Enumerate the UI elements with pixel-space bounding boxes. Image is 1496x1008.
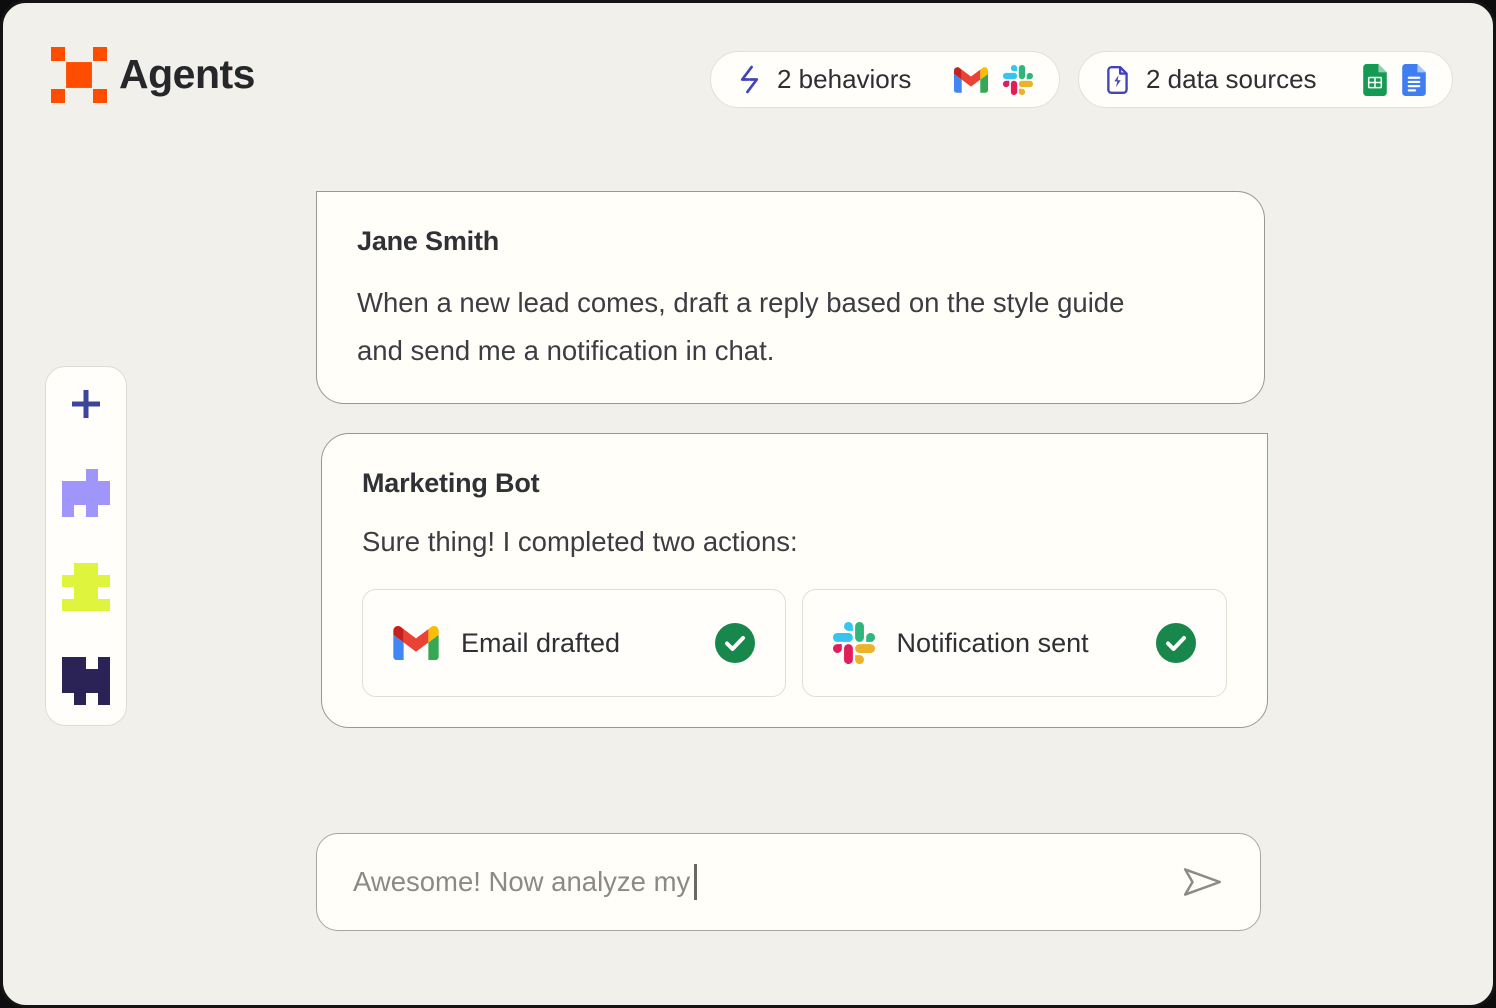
completed-actions-row: Email drafted: [362, 589, 1227, 697]
action-chip-label: Email drafted: [461, 628, 620, 659]
message-card-user: Jane Smith When a new lead comes, draft …: [316, 191, 1265, 404]
page-title: Agents: [119, 51, 255, 98]
message-author: Jane Smith: [357, 226, 1224, 257]
check-circle-icon: [715, 623, 755, 663]
google-sheets-icon: [1363, 64, 1387, 96]
action-chip-email-drafted[interactable]: Email drafted: [362, 589, 786, 697]
text-cursor: [694, 864, 697, 900]
navy-agent-avatar[interactable]: [62, 657, 110, 705]
check-circle-icon: [1156, 623, 1196, 663]
data-sources-pill-label: 2 data sources: [1146, 64, 1317, 95]
gmail-icon: [393, 626, 439, 660]
slack-icon: [1003, 65, 1033, 95]
gmail-icon: [954, 67, 988, 93]
slack-icon: [833, 622, 875, 664]
add-agent-button[interactable]: [67, 385, 105, 423]
purple-agent-avatar[interactable]: [62, 469, 110, 517]
message-author: Marketing Bot: [362, 468, 1227, 499]
message-text: When a new lead comes, draft a reply bas…: [357, 279, 1169, 375]
composer-input[interactable]: Awesome! Now analyze my: [316, 833, 1261, 931]
plus-icon: [68, 386, 104, 422]
action-chip-label: Notification sent: [897, 628, 1089, 659]
agents-sidebar: [45, 366, 127, 726]
send-icon[interactable]: [1182, 866, 1224, 898]
screenshot-frame: Agents 2 behaviors: [0, 0, 1496, 1008]
message-card-bot: Marketing Bot Sure thing! I completed tw…: [321, 433, 1268, 728]
pixel-x-logo-icon: [51, 47, 107, 103]
message-text: Sure thing! I completed two actions:: [362, 525, 1227, 559]
document-bolt-icon: [1105, 65, 1131, 95]
behaviors-pill-label: 2 behaviors: [777, 64, 911, 95]
lime-agent-avatar[interactable]: [62, 563, 110, 611]
google-docs-icon: [1402, 64, 1426, 96]
behaviors-pill[interactable]: 2 behaviors: [710, 51, 1060, 108]
agents-app-window: Agents 2 behaviors: [0, 0, 1496, 1008]
bolt-icon: [737, 65, 762, 94]
data-sources-pill[interactable]: 2 data sources: [1078, 51, 1453, 108]
action-chip-notification-sent[interactable]: Notification sent: [802, 589, 1228, 697]
composer-typed-text: Awesome! Now analyze my: [353, 866, 690, 898]
